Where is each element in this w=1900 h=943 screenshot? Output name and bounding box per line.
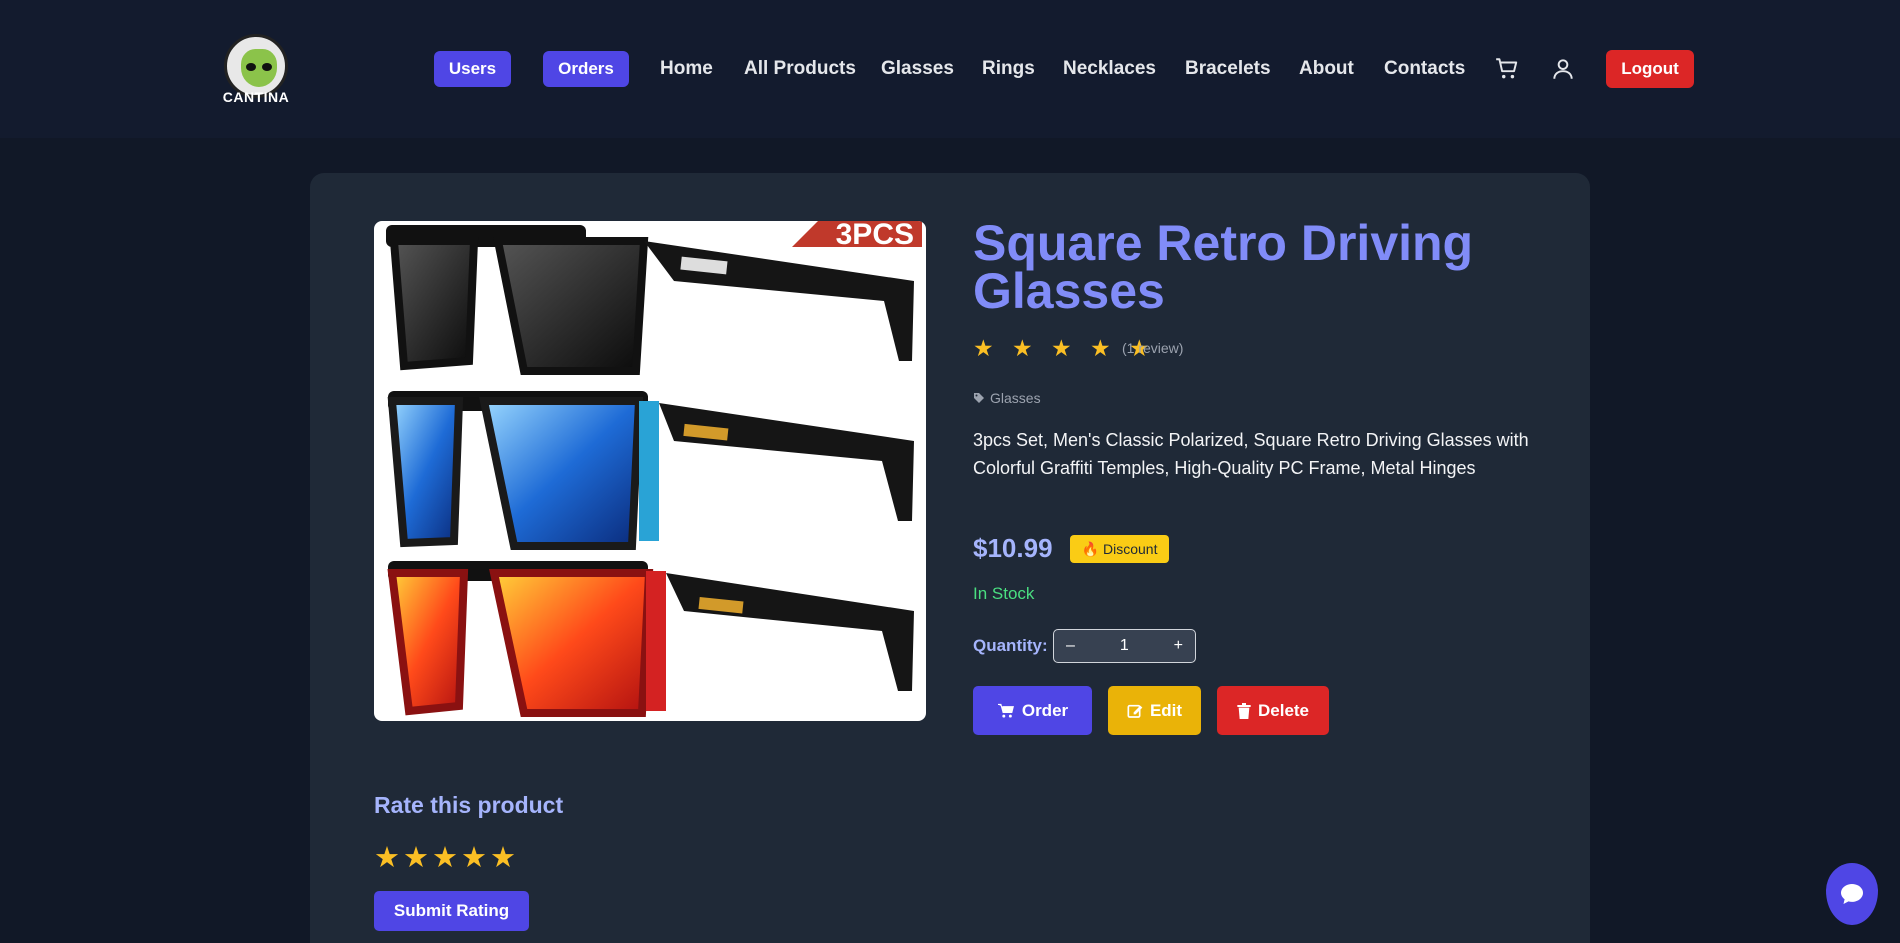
nav-link-all-products[interactable]: All Products: [744, 56, 856, 82]
review-count: (1 review): [1122, 340, 1184, 356]
sunglasses-illustration: [386, 225, 914, 717]
order-button[interactable]: Order: [973, 686, 1092, 735]
trash-icon: [1237, 702, 1251, 719]
chat-icon: [1841, 884, 1863, 904]
product-title: Square Retro Driving Glasses: [973, 215, 1474, 319]
discount-badge: 🔥 Discount: [1070, 535, 1169, 563]
nav-link-home[interactable]: Home: [660, 56, 713, 82]
nav-link-contacts[interactable]: Contacts: [1384, 56, 1465, 82]
product-image[interactable]: 3PCS: [374, 221, 926, 721]
nav-link-about[interactable]: About: [1299, 56, 1354, 82]
quantity-label: Quantity:: [973, 636, 1048, 655]
nav-users-button[interactable]: Users: [434, 51, 511, 87]
product-price: $10.99: [973, 533, 1053, 563]
chat-button[interactable]: [1826, 863, 1878, 925]
nav-orders-button[interactable]: Orders: [543, 51, 629, 87]
logout-button[interactable]: Logout: [1606, 50, 1694, 88]
category-label[interactable]: Glasses: [990, 390, 1041, 406]
nav-link-bracelets[interactable]: Bracelets: [1185, 56, 1271, 82]
cantina-logo[interactable]: CANTINA: [218, 34, 294, 105]
tag-icon: [974, 393, 984, 403]
quantity-value[interactable]: 1: [1120, 637, 1129, 655]
rate-product-heading: Rate this product: [374, 792, 564, 818]
delete-label: Delete: [1257, 700, 1310, 720]
nav-link-rings[interactable]: Rings: [982, 56, 1035, 82]
delete-button[interactable]: Delete: [1217, 686, 1329, 735]
order-label: Order: [1021, 700, 1069, 720]
edit-label: Edit: [1149, 700, 1183, 720]
discount-label: Discount: [1102, 541, 1158, 557]
product-description: 3pcs Set, Men's Classic Polarized, Squar…: [973, 430, 1529, 478]
quantity-increment-button[interactable]: +: [1174, 637, 1183, 655]
submit-rating-button[interactable]: Submit Rating: [374, 891, 529, 931]
quantity-stepper: – 1 +: [1053, 629, 1196, 663]
rating-input-stars[interactable]: ★★★★★: [374, 840, 519, 875]
stock-status: In Stock: [973, 584, 1035, 603]
user-icon[interactable]: [1550, 56, 1576, 82]
nav-link-necklaces[interactable]: Necklaces: [1063, 56, 1156, 82]
cart-icon[interactable]: [1494, 56, 1520, 82]
cart-icon: [997, 703, 1014, 718]
nav-link-glasses[interactable]: Glasses: [881, 56, 954, 82]
edit-button[interactable]: Edit: [1108, 686, 1201, 735]
site-header: CANTINA Users Orders Home All Products G…: [0, 0, 1900, 138]
edit-icon: [1127, 704, 1143, 718]
quantity-decrement-button[interactable]: –: [1066, 637, 1075, 655]
fire-icon: 🔥: [1081, 540, 1099, 557]
logo-text: CANTINA: [222, 89, 290, 105]
product-category: Glasses: [973, 390, 1041, 406]
